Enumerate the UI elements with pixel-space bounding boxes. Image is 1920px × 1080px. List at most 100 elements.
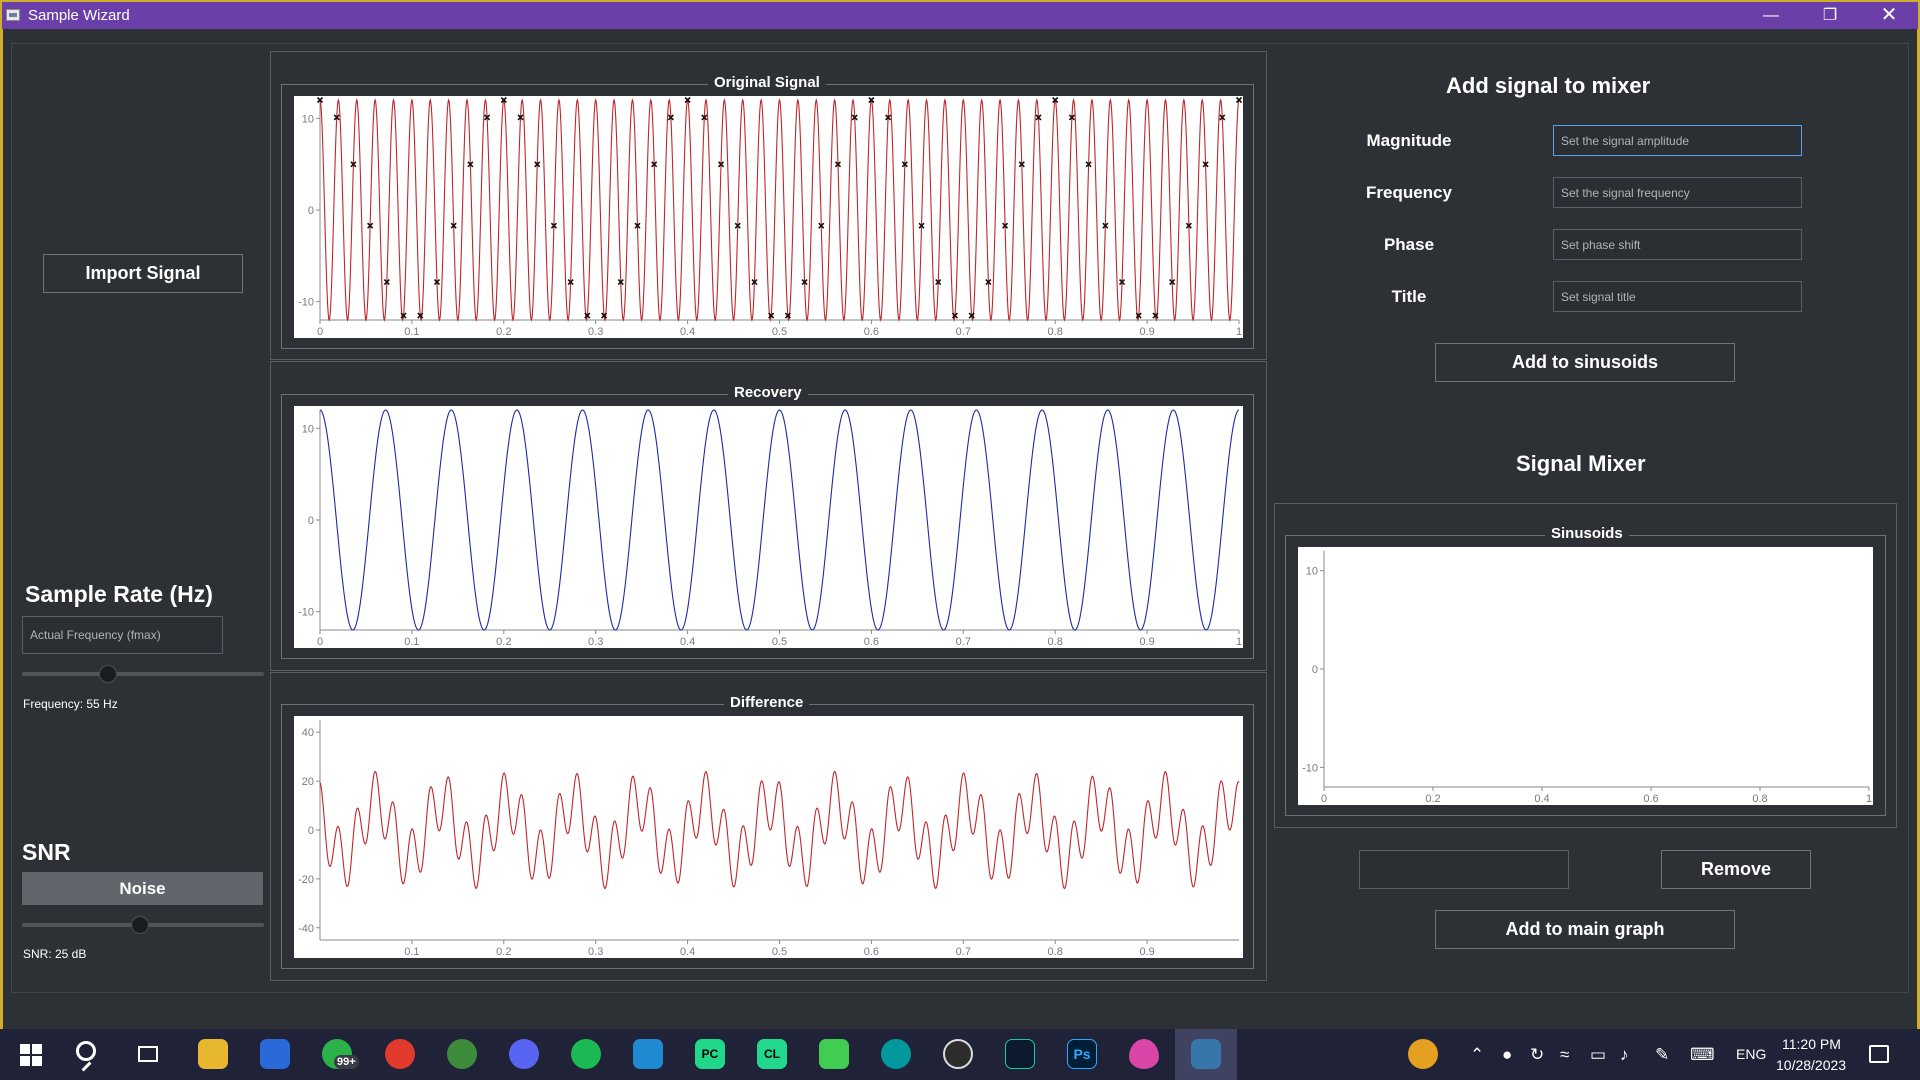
obs-icon[interactable]	[943, 1039, 973, 1069]
close-button[interactable]: ✕	[1861, 2, 1917, 29]
spotify-icon[interactable]	[571, 1039, 601, 1069]
snr-slider-handle[interactable]	[131, 916, 149, 934]
add-to-sinusoids-button[interactable]: Add to sinusoids	[1435, 343, 1735, 382]
app-icon	[6, 9, 20, 21]
clock-date[interactable]: 10/28/2023	[1776, 1057, 1846, 1073]
magnitude-input[interactable]	[1553, 125, 1802, 156]
sinusoids-title: Sinusoids	[1545, 525, 1629, 542]
sync-icon[interactable]: ↻	[1530, 1045, 1544, 1065]
chrome-profile-icon[interactable]	[447, 1039, 477, 1069]
pycharm-icon[interactable]: PC	[695, 1039, 725, 1069]
x-tick-label: 0.1	[404, 326, 419, 338]
difference-title: Difference	[724, 694, 810, 711]
vscode-icon[interactable]	[633, 1039, 663, 1069]
app-icon-generic[interactable]	[1005, 1039, 1035, 1069]
x-tick-label: 0.7	[956, 636, 971, 648]
difference-plot[interactable]: 40 20 0 -20 -40 0.1 0.2 0.3 0.4 0.5 0.6 0.7 0.8 0.9	[294, 716, 1243, 958]
window-frame-left	[0, 29, 3, 1029]
x-tick-label: 0.5	[772, 946, 787, 958]
x-tick-label: 0.3	[588, 946, 603, 958]
y-tick-label: -10	[1302, 762, 1318, 774]
y-tick-label: -10	[298, 297, 314, 309]
photoshop-icon[interactable]: Ps	[1067, 1039, 1097, 1069]
phase-label: Phase	[1383, 235, 1435, 254]
original-signal-chart: 10 0 -10 0 0.1 0.2 0.3 0.4 0.5 0.6 0.7 0.8 0.9 1	[298, 96, 1243, 338]
microphone-icon[interactable]: ●	[1502, 1045, 1512, 1065]
x-tick-label: 0.4	[680, 946, 695, 958]
chrome-icon[interactable]	[385, 1039, 415, 1069]
sample-rate-slider-track[interactable]	[22, 672, 264, 676]
x-tick-label: 1	[1236, 326, 1242, 338]
original-signal-plot[interactable]: 10 0 -10 0 0.1 0.2 0.3 0.4 0.5 0.6 0.7 0.8 0.9 1	[294, 96, 1243, 338]
frequency-readout: Frequency: 55 Hz	[23, 697, 118, 711]
y-tick-label: -10	[298, 607, 314, 619]
notifications-icon[interactable]	[1869, 1045, 1889, 1063]
y-tick-label: 0	[308, 205, 314, 217]
x-tick-label: 0.2	[496, 326, 511, 338]
recovery-plot[interactable]: 10 0 -10 0 0.1 0.2 0.3 0.4 0.5 0.6 0.7 0.8 0.9 1	[294, 406, 1243, 648]
x-tick-label: 0	[317, 636, 323, 648]
recovery-title: Recovery	[728, 384, 808, 401]
discord-icon[interactable]	[509, 1039, 539, 1069]
arduino-icon[interactable]	[881, 1039, 911, 1069]
x-tick-label: 0.8	[1048, 946, 1063, 958]
x-tick-label: 0.4	[680, 326, 695, 338]
clock-time[interactable]: 11:20 PM	[1782, 1036, 1841, 1052]
x-tick-label: 0.4	[680, 636, 695, 648]
x-tick-label: 0.3	[588, 326, 603, 338]
language-indicator[interactable]: ENG	[1736, 1046, 1766, 1062]
search-icon[interactable]	[76, 1041, 96, 1061]
paint-icon[interactable]	[1129, 1039, 1159, 1069]
file-explorer-icon[interactable]	[198, 1039, 228, 1069]
snr-readout: SNR: 25 dB	[23, 947, 87, 961]
y-tick-label: 0	[308, 825, 314, 837]
clion-icon[interactable]: CL	[757, 1039, 787, 1069]
title-label: Title	[1391, 287, 1427, 306]
x-tick-label: 0	[1321, 793, 1327, 805]
add-signal-heading: Add signal to mixer	[1446, 73, 1651, 98]
x-tick-label: 0.9	[1139, 326, 1154, 338]
remove-button[interactable]: Remove	[1661, 850, 1811, 889]
x-tick-label: 0.6	[864, 636, 879, 648]
signal-line	[319, 98, 1240, 322]
battery-icon[interactable]: ▭	[1590, 1045, 1606, 1065]
fmax-input[interactable]	[22, 616, 223, 654]
frequency-label: Frequency	[1366, 183, 1452, 202]
import-signal-button[interactable]: Import Signal	[43, 254, 243, 293]
python-app-icon[interactable]	[1191, 1039, 1221, 1069]
x-tick-label: 0.1	[404, 946, 419, 958]
qt-creator-icon[interactable]	[819, 1039, 849, 1069]
window-title: Sample Wizard	[28, 7, 130, 24]
sinusoid-select[interactable]	[1359, 850, 1569, 889]
add-to-main-graph-button[interactable]: Add to main graph	[1435, 910, 1735, 949]
frequency-input[interactable]	[1553, 177, 1802, 208]
noise-button[interactable]: Noise	[22, 872, 263, 905]
x-tick-label: 0.8	[1048, 326, 1063, 338]
x-tick-label: 0	[317, 326, 323, 338]
sample-rate-slider-handle[interactable]	[99, 665, 117, 683]
x-tick-label: 0.9	[1139, 636, 1154, 648]
store-icon[interactable]	[260, 1039, 290, 1069]
x-tick-label: 0.8	[1752, 793, 1767, 805]
sinusoids-plot[interactable]: 10 0 -10 0 0.2 0.4 0.6 0.8 1	[1298, 547, 1873, 805]
original-signal-title: Original Signal	[708, 74, 826, 91]
start-button[interactable]	[20, 1044, 42, 1066]
x-tick-label: 0.7	[956, 326, 971, 338]
x-tick-label: 0.4	[1534, 793, 1549, 805]
signal-line	[319, 409, 1240, 631]
phase-input[interactable]	[1553, 229, 1802, 260]
signal-line	[319, 770, 1240, 890]
x-tick-label: 0.2	[1425, 793, 1440, 805]
search-icon-handle	[81, 1061, 92, 1072]
volume-icon[interactable]: ♪	[1620, 1045, 1629, 1065]
task-view-icon[interactable]	[138, 1046, 158, 1062]
wifi-icon[interactable]: ≈	[1560, 1045, 1569, 1065]
chevron-up-icon[interactable]: ⌃	[1470, 1045, 1484, 1065]
title-input[interactable]	[1553, 281, 1802, 312]
keyboard-icon[interactable]: ⌨	[1690, 1045, 1715, 1065]
minimize-button[interactable]: —	[1743, 2, 1799, 29]
pen-icon[interactable]: ✎	[1655, 1045, 1669, 1065]
weather-icon[interactable]	[1408, 1039, 1438, 1069]
restore-button[interactable]: ❐	[1802, 2, 1858, 29]
snr-heading: SNR	[22, 839, 71, 865]
